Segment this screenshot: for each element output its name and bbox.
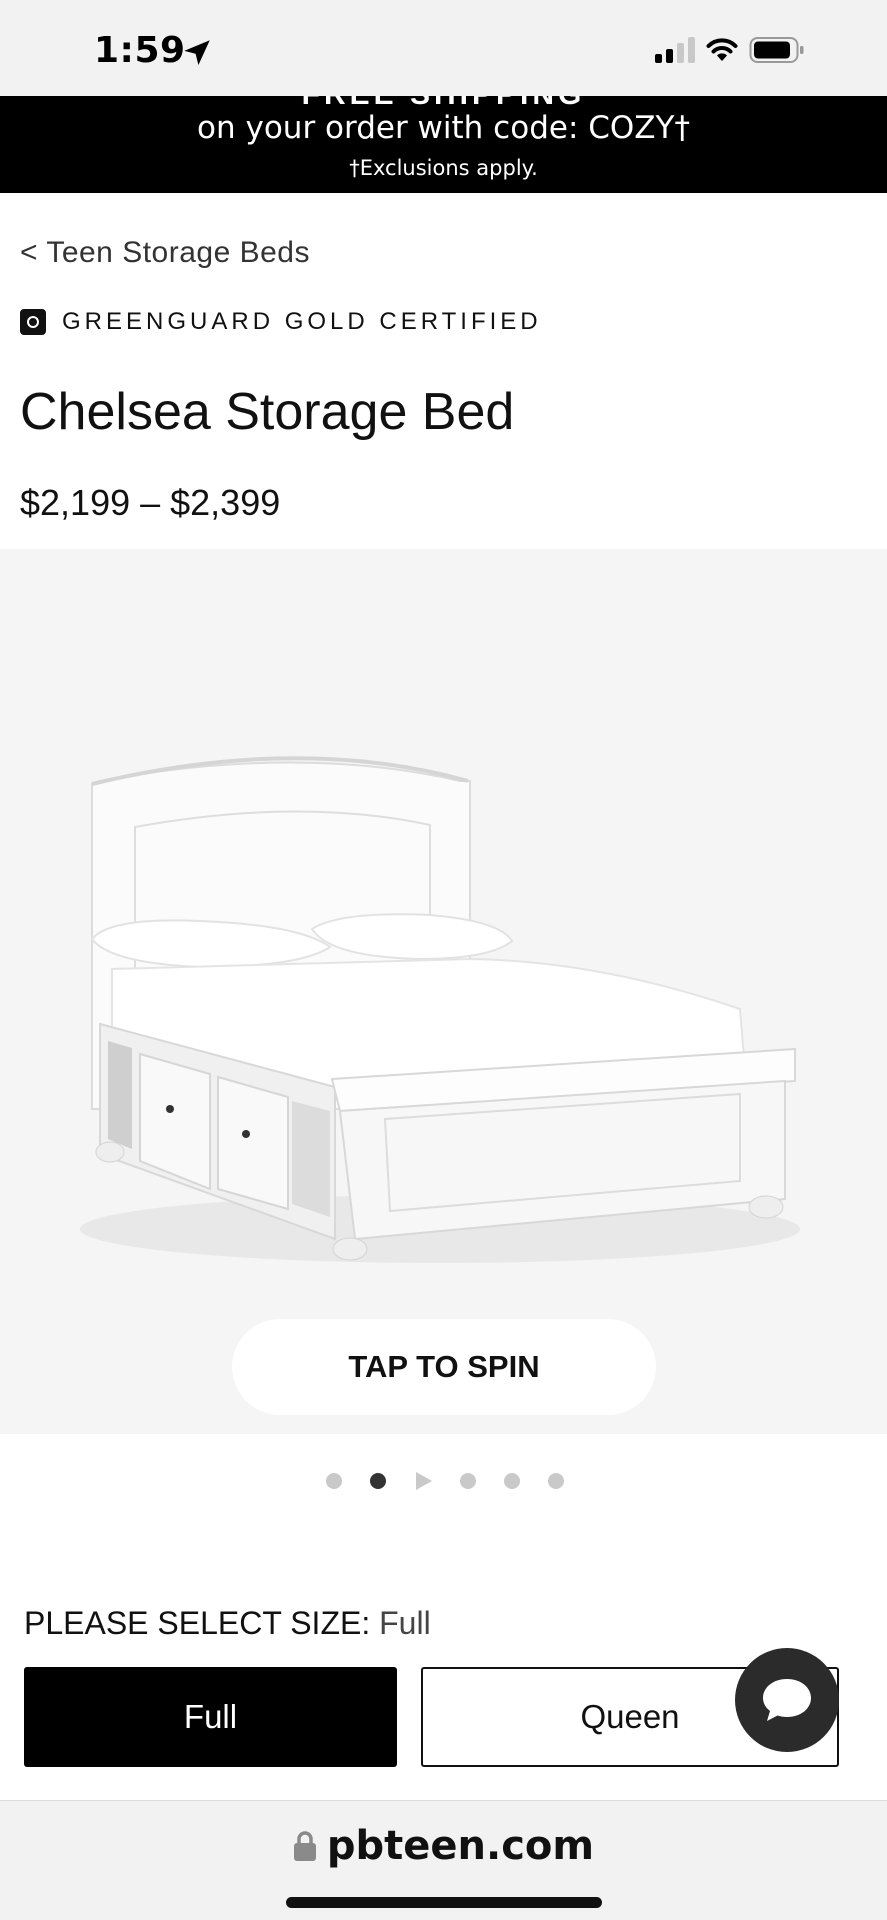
- size-selected-value: Full: [379, 1605, 431, 1641]
- status-bar: 1:59: [0, 0, 887, 96]
- promo-note: †Exclusions apply.: [349, 156, 538, 180]
- promo-line: on your order with code: COZY†: [197, 110, 690, 146]
- battery-icon: [749, 37, 804, 63]
- tap-to-spin-button[interactable]: TAP TO SPIN: [232, 1319, 656, 1415]
- certification-label: GREENGUARD GOLD CERTIFIED: [62, 308, 542, 335]
- lock-icon: [293, 1831, 316, 1861]
- size-selection-label: PLEASE SELECT SIZE: Full: [24, 1605, 431, 1642]
- certification-badge: GREENGUARD GOLD CERTIFIED: [20, 308, 542, 336]
- greenguard-logo-icon: [20, 309, 46, 335]
- carousel-dot[interactable]: [460, 1473, 476, 1489]
- chat-button[interactable]: [735, 1648, 839, 1752]
- product-image-gallery[interactable]: TAP TO SPIN: [0, 549, 887, 1434]
- product-title: Chelsea Storage Bed: [20, 383, 515, 441]
- url-text: pbteen.com: [326, 1823, 595, 1869]
- product-price: $2,199 – $2,399: [20, 482, 281, 523]
- signal-icon: [655, 37, 695, 63]
- carousel-pagination: [326, 1472, 592, 1490]
- carousel-dot[interactable]: [504, 1473, 520, 1489]
- chat-bubble-icon: [763, 1679, 811, 1721]
- carousel-dot-active[interactable]: [370, 1473, 386, 1489]
- video-play-icon[interactable]: [416, 1472, 432, 1490]
- browser-url-bar[interactable]: pbteen.com: [0, 1800, 887, 1920]
- home-indicator[interactable]: [286, 1897, 602, 1908]
- size-prompt: PLEASE SELECT SIZE:: [24, 1605, 371, 1641]
- carousel-dot[interactable]: [548, 1473, 564, 1489]
- size-option-full[interactable]: Full: [24, 1667, 397, 1767]
- breadcrumb-back-link[interactable]: < Teen Storage Beds: [20, 236, 310, 270]
- wifi-icon: [706, 38, 738, 61]
- url-display[interactable]: pbteen.com: [0, 1823, 887, 1869]
- promo-banner[interactable]: FREE SHIPPING on your order with code: C…: [0, 96, 887, 193]
- status-time: 1:59: [94, 30, 186, 71]
- bed-product-image: [80, 756, 800, 1263]
- status-icons: [655, 36, 805, 64]
- carousel-dot[interactable]: [326, 1473, 342, 1489]
- location-arrow-icon: [184, 40, 210, 66]
